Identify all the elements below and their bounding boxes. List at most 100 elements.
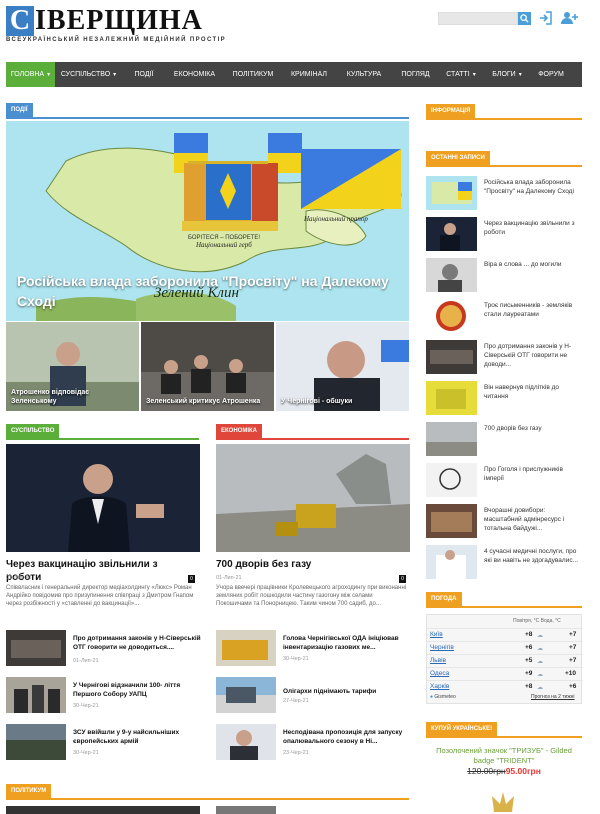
list-item-date: 30-Чер-21 xyxy=(283,656,309,662)
nav-item-kryminal[interactable]: КРИМІНАЛ xyxy=(283,62,335,87)
news-photo xyxy=(426,463,477,497)
weather-row: Київ +8 ☁ +7 xyxy=(427,628,583,640)
news-photo xyxy=(6,630,66,666)
article-image[interactable] xyxy=(216,444,410,552)
list-item-title: Про дотримання законів у Н-Сіверській ОТ… xyxy=(73,635,201,651)
new-price: 95.00грн xyxy=(505,766,541,776)
news-thumb xyxy=(216,724,276,760)
list-item-title: Олігархи піднімають тарифи xyxy=(283,688,377,695)
forecast-link[interactable]: Прогноз на 2 тижні xyxy=(531,694,575,700)
nav-item-statti[interactable]: СТАТТІ ▾ xyxy=(438,62,484,87)
hero-article[interactable]: БОРІТЕСЯ – ПОБОРЕТЕ! Національний герб Н… xyxy=(6,121,409,321)
post-title: Віра в слова ... до могили xyxy=(484,261,562,268)
section-label-podii[interactable]: ПОДІЇ xyxy=(6,103,33,117)
list-item[interactable]: ЗСУ ввійшли у 9-у найсильніших європейсь… xyxy=(6,724,201,760)
product-title[interactable]: Позолочений значок "ТРИЗУБ" - Gilded bad… xyxy=(426,746,582,766)
weather-row: Харків +8 ☁ +6 xyxy=(427,680,583,692)
sidebar-post[interactable]: Віра в слова ... до могили xyxy=(426,258,582,292)
post-thumb xyxy=(426,504,477,538)
add-user-icon[interactable] xyxy=(561,11,578,27)
news-photo xyxy=(426,258,477,292)
comment-count-badge[interactable]: 0 xyxy=(188,575,195,583)
post-title: 700 дворів без газу xyxy=(484,425,542,432)
section-label-ostanni[interactable]: ОСТАННІ ЗАПИСИ xyxy=(426,151,490,165)
news-photo xyxy=(6,444,200,552)
weather-city-link[interactable]: Чернігів xyxy=(430,644,454,651)
sidebar-post[interactable]: Троє письменників - земляків стали лауре… xyxy=(426,299,582,333)
sidebar-post[interactable]: 4 сучасні медичні послуги, про які ви на… xyxy=(426,545,582,579)
thumb-caption: У Чернігові - обшуки xyxy=(281,398,353,405)
nav-item-holovna[interactable]: ГОЛОВНА ▾ xyxy=(6,62,55,87)
weather-source[interactable]: ● Gismeteo xyxy=(430,694,456,700)
nav-item-pohliad[interactable]: ПОГЛЯД xyxy=(393,62,438,87)
air-temp: +6 xyxy=(525,644,533,651)
section-label-politykum[interactable]: ПОЛІТИКУМ xyxy=(6,784,52,798)
news-thumb[interactable] xyxy=(216,806,276,814)
chevron-down-icon: ▾ xyxy=(472,72,476,78)
nav-item-politykum[interactable]: ПОЛІТИКУМ xyxy=(223,62,283,87)
hero-title[interactable]: Російська влада заборонила "Просвіту" на… xyxy=(17,271,407,311)
nav-item-ekonomika[interactable]: ЕКОНОМІКА xyxy=(166,62,223,87)
cloud-icon: ☁ xyxy=(537,646,543,652)
sidebar-post[interactable]: Він навернув підлітків до читання xyxy=(426,381,582,415)
comment-count-badge[interactable]: 0 xyxy=(399,575,406,583)
nav-item-kultura[interactable]: КУЛЬТУРА xyxy=(335,62,393,87)
article-image[interactable] xyxy=(6,444,200,552)
article-title[interactable]: 700 дворів без газу xyxy=(216,558,402,571)
article-title[interactable]: Через вакцинацію звільнили з роботи xyxy=(6,558,192,584)
cloud-icon: ☁ xyxy=(537,633,543,639)
sidebar-post[interactable]: Через вакцинацію звільнили з роботи xyxy=(426,217,582,251)
post-title: Троє письменників - земляків стали лауре… xyxy=(484,302,573,318)
nav-item-podii[interactable]: ПОДІЇ xyxy=(122,62,166,87)
search-button[interactable] xyxy=(518,12,531,25)
article-image[interactable] xyxy=(6,806,200,814)
chevron-down-icon: ▾ xyxy=(518,72,522,78)
news-thumb xyxy=(6,724,66,760)
hero-thumb-3[interactable]: У Чернігові - обшуки xyxy=(276,322,409,411)
search-input[interactable] xyxy=(438,12,518,25)
news-photo xyxy=(426,422,477,456)
list-item-date: 27-Чер-21 xyxy=(283,698,309,704)
nav-item-forum[interactable]: ФОРУМ xyxy=(530,62,572,87)
list-item-date: 23-Чер-21 xyxy=(283,750,309,756)
list-item[interactable]: Голова Чернігівської ОДА ініціював інвен… xyxy=(216,630,411,666)
section-label-ekonomika[interactable]: ЕКОНОМІКА xyxy=(216,424,262,438)
weather-city-link[interactable]: Харків xyxy=(430,683,449,690)
post-title: Про дотримання законів у Н-Сіверській ОТ… xyxy=(484,343,572,368)
hero-thumb-2[interactable]: Зеленський критикує Атрошенка xyxy=(141,322,274,411)
section-label-suspilstvo[interactable]: СУСПІЛЬСТВО xyxy=(6,424,60,438)
section-label-informatsiia[interactable]: ІНФОРМАЦІЯ xyxy=(426,104,476,118)
list-item[interactable]: Про дотримання законів у Н-Сіверській ОТ… xyxy=(6,630,201,666)
air-temp: +5 xyxy=(525,657,533,664)
weather-city-link[interactable]: Одеса xyxy=(430,670,449,677)
sidebar-post[interactable]: 700 дворів без газу xyxy=(426,422,582,456)
page: С ІВЕРЩИНА ВСЕУКРАЇНСЬКИЙ НЕЗАЛЕЖНИЙ МЕД… xyxy=(0,0,600,814)
sidebar-post[interactable]: Про Гоголя і прислужників імперії xyxy=(426,463,582,497)
section-label-kupui[interactable]: КУПУЙ УКРАЇНСЬКЕ! xyxy=(426,722,498,736)
sidebar-post[interactable]: Російська влада заборонила "Просвіту" на… xyxy=(426,176,582,210)
section-divider xyxy=(6,117,409,119)
news-photo xyxy=(426,504,477,538)
sidebar-post[interactable]: Про дотримання законів у Н-Сіверській ОТ… xyxy=(426,340,582,374)
nav-item-blohy[interactable]: БЛОГИ ▾ xyxy=(484,62,530,87)
list-item-title: У Чернігові відзначили 100- ліття Першог… xyxy=(73,682,181,698)
article-date: 01-Лип-21 xyxy=(6,575,32,581)
hero-thumb-1[interactable]: Атрошенко відповідає Зеленському xyxy=(6,322,139,411)
weather-city-link[interactable]: Київ xyxy=(430,631,443,638)
site-logo[interactable]: С ІВЕРЩИНА xyxy=(6,6,203,36)
list-item[interactable]: У Чернігові відзначили 100- ліття Першог… xyxy=(6,677,201,713)
section-divider xyxy=(426,606,582,608)
nav-item-suspilstvo[interactable]: СУСПІЛЬСТВО ▾ xyxy=(55,62,122,87)
section-label-pohoda[interactable]: ПОГОДА xyxy=(426,592,462,606)
sidebar-post[interactable]: Вчорашні довибори: масштабний адмінресур… xyxy=(426,504,582,538)
weather-city-link[interactable]: Львів xyxy=(430,657,446,664)
news-photo xyxy=(6,677,66,713)
list-item[interactable]: Олігархи піднімають тарифи 27-Чер-21 xyxy=(216,677,411,713)
list-item[interactable]: Несподівана пропозиція для запуску опалю… xyxy=(216,724,411,760)
list-item-date: 30-Чер-21 xyxy=(73,703,99,709)
logo-text: ІВЕРЩИНА xyxy=(35,5,203,36)
post-thumb xyxy=(426,340,477,374)
news-thumb xyxy=(216,630,276,666)
map-flag-label: Національний прапор xyxy=(303,215,368,223)
login-icon[interactable] xyxy=(539,11,555,27)
